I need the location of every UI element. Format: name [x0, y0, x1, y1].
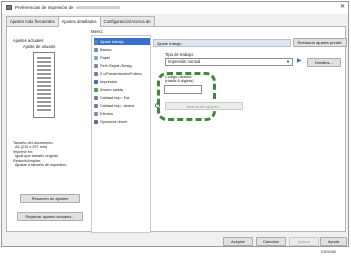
driver-options-icon	[94, 119, 98, 124]
job-type-value: Impresión normal	[168, 59, 201, 64]
close-icon[interactable]: ✕	[340, 3, 345, 10]
job-settings-icon	[94, 39, 98, 44]
menu-item-basic[interactable]: Básico	[94, 46, 150, 53]
user-code-label: Código usuario: (Hasta 8 dígitos)	[165, 74, 194, 84]
effects-icon	[94, 111, 98, 116]
info-icon: i	[155, 103, 160, 108]
menu-item-label: Ahorro salida	[100, 87, 123, 92]
menu-item-label: Calidad imp.: Avanz.	[100, 103, 136, 108]
menu-item-label: Perf./Separ./Desig.	[100, 63, 133, 68]
menu-list: Ajuste trabajo Básico Papel Perf./Separ.…	[91, 35, 151, 233]
menu-item-job-settings[interactable]: Ajuste trabajo	[94, 38, 150, 45]
ok-button[interactable]: Aceptar	[223, 237, 253, 246]
print-preferences-window: Preferencias de impresión de ✕ Ajustes m…	[1, 1, 349, 247]
menu-item-label: Impresión	[100, 79, 118, 84]
details-button[interactable]: Detalles...	[307, 58, 341, 67]
user-code-input[interactable]	[164, 85, 202, 94]
help-button[interactable]: Ayuda	[320, 237, 347, 246]
print-quality-icon	[94, 79, 98, 84]
menu-item-finishing[interactable]: Perf./Separ./Desig.	[94, 62, 150, 69]
menu-item-paper[interactable]: Papel	[94, 54, 150, 61]
apply-button[interactable]: Aplicar	[289, 237, 319, 246]
menu-item-effects[interactable]: Efectos	[94, 110, 150, 117]
window-title-text: Preferencias de impresión de	[15, 5, 74, 10]
menu-item-label: Papel	[100, 55, 110, 60]
chevron-down-icon: ▼	[286, 59, 290, 64]
menu-item-label: Básico	[100, 47, 112, 52]
menu-item-label: Opciones driver	[100, 119, 128, 124]
menu-item-label: Calidad imp.: Est.	[100, 95, 131, 100]
paper-icon	[94, 55, 98, 60]
register-settings-button[interactable]: Registrar ajustes actuales...	[17, 212, 83, 221]
cancel-button[interactable]: Cancelar	[256, 237, 286, 246]
tab-detailed-settings[interactable]: Ajustes detallados	[57, 16, 101, 27]
menu-item-print[interactable]: Impresión	[94, 78, 150, 85]
layout-icon	[94, 71, 98, 76]
menu-item-layout[interactable]: 2 c/Presentación/Folleto	[94, 70, 150, 77]
document-preview	[33, 52, 55, 118]
play-arrow-icon: ▶	[297, 58, 302, 64]
tab-strip: Ajustes más frecuentes Ajustes detallado…	[6, 16, 155, 27]
basic-icon	[94, 47, 98, 52]
menu-item-driver-options[interactable]: Opciones driver	[94, 118, 150, 125]
tab-frequent-settings[interactable]: Ajustes más frecuentes	[6, 16, 59, 26]
menu-item-label: Ajuste trabajo	[100, 39, 124, 44]
quality-standard-icon	[94, 95, 98, 100]
title-bar: Preferencias de impresión de ✕	[2, 2, 348, 14]
job-type-select[interactable]: Impresión normal ▼	[165, 58, 293, 66]
settings-panel: Ajustes actuales Ajuste de usuario Tamañ…	[6, 26, 347, 233]
current-settings-label: Ajustes actuales	[13, 38, 44, 43]
about-settings-button[interactable]: Acerca de ajustes...	[165, 102, 243, 110]
window-title: Preferencias de impresión de	[15, 5, 120, 10]
tab-configuration-about[interactable]: Configuración/Acerca de	[99, 16, 155, 26]
summary-line: Ajustar a tamaño de impresión	[15, 163, 67, 168]
job-type-label: Tipo de trabajo:	[165, 52, 194, 57]
settings-summary: Tamaño del documento: A4 (210 x 297 mm) …	[13, 141, 67, 167]
current-settings-value: Ajuste de usuario	[23, 44, 56, 49]
quality-advanced-icon	[94, 103, 98, 108]
printer-name-redacted	[75, 6, 120, 10]
user-code-label-line: (Hasta 8 dígitos)	[165, 78, 194, 84]
menu-item-label: 2 c/Presentación/Folleto	[100, 71, 142, 76]
menu-item-label: Efectos	[100, 111, 113, 116]
menu-item-eco[interactable]: Ahorro salida	[94, 86, 150, 93]
menu-item-quality-advanced[interactable]: Calidad imp.: Avanz.	[94, 102, 150, 109]
section-title: Ajuste trabajo	[153, 39, 291, 47]
menu-item-quality-standard[interactable]: Calidad imp.: Est.	[94, 94, 150, 101]
settings-summary-button[interactable]: Resumen de ajustes	[20, 194, 80, 203]
printer-app-icon	[6, 5, 12, 10]
menu-title: Menú:	[91, 29, 103, 34]
finishing-icon	[94, 63, 98, 68]
restore-defaults-button[interactable]: Restaurar ajustes predet.	[293, 38, 347, 47]
image-code: EBW056	[321, 250, 336, 254]
eco-icon	[94, 87, 98, 92]
